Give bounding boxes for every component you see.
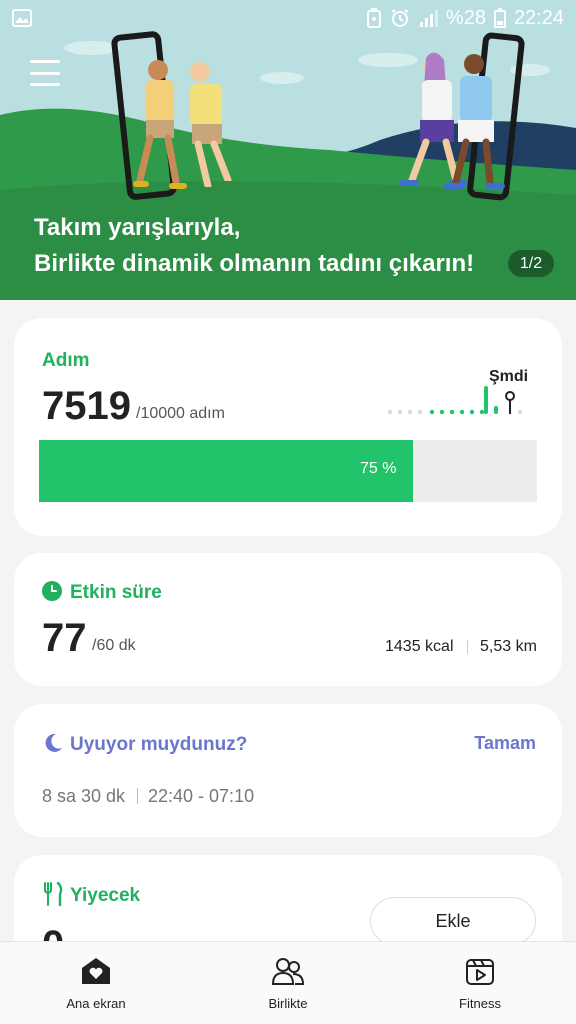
add-food-button[interactable]: Ekle bbox=[370, 897, 536, 945]
clock-icon bbox=[42, 581, 62, 601]
banner-headline: Takım yarışlarıyla, Birlikte dinamik olm… bbox=[34, 210, 474, 282]
people-icon bbox=[271, 958, 305, 985]
steps-value: 7519 bbox=[42, 384, 131, 428]
banner-line-2: Birlikte dinamik olmanın tadını çıkarın! bbox=[34, 250, 475, 277]
menu-icon-bar bbox=[30, 60, 60, 63]
home-heart-icon bbox=[82, 958, 110, 984]
active-time-goal: /60 dk bbox=[92, 637, 136, 654]
fitness-video-icon bbox=[466, 959, 494, 985]
menu-button[interactable] bbox=[30, 60, 60, 86]
steps-progress-fill: 75 % bbox=[39, 440, 413, 502]
nav-label-together: Birlikte bbox=[268, 996, 308, 1011]
steps-goal: /10000 adım bbox=[136, 405, 225, 422]
menu-icon-bar bbox=[30, 71, 60, 75]
food-title: Yiyecek bbox=[70, 885, 141, 906]
promo-banner[interactable]: Takım yarışlarıyla, Birlikte dinamik olm… bbox=[0, 0, 576, 300]
steps-progress-label: 75 % bbox=[360, 460, 397, 477]
sleep-divider bbox=[137, 788, 138, 804]
nav-item-fitness[interactable]: Fitness bbox=[384, 942, 576, 1024]
sleep-duration: 8 sa 30 dk bbox=[42, 786, 126, 806]
steps-progress-bar: 75 % bbox=[39, 440, 537, 502]
sleep-card[interactable]: Uyuyor muydunuz? Tamam 8 sa 30 dk 22:40 … bbox=[14, 704, 562, 837]
nav-item-home[interactable]: Ana ekran bbox=[0, 942, 192, 1024]
menu-icon-bar bbox=[30, 83, 60, 86]
moon-icon bbox=[45, 733, 62, 752]
banner-page-indicator: 1/2 bbox=[508, 250, 554, 277]
battery-saver-icon bbox=[366, 8, 381, 28]
alarm-icon bbox=[391, 9, 409, 27]
battery-percent: %28 bbox=[445, 6, 486, 29]
stat-divider bbox=[467, 640, 468, 654]
hourly-steps-mini-chart bbox=[387, 386, 523, 415]
steps-card[interactable]: Adım 7519 /10000 adım Şmdi 75 % bbox=[14, 318, 562, 536]
distance-value: 5,53 km bbox=[480, 638, 537, 655]
banner-line-1: Takım yarışlarıyla, bbox=[34, 214, 241, 241]
active-time-value: 77 bbox=[42, 616, 87, 660]
battery-icon bbox=[493, 8, 506, 28]
nav-item-together[interactable]: Birlikte bbox=[192, 942, 384, 1024]
steps-title: Adım bbox=[42, 350, 90, 371]
active-time-card[interactable]: Etkin süre 77 /60 dk 1435 kcal 5,53 km bbox=[14, 553, 562, 686]
calories-value: 1435 kcal bbox=[385, 638, 454, 655]
nav-label-home: Ana ekran bbox=[66, 996, 126, 1011]
gallery-notification-icon bbox=[12, 9, 32, 27]
fork-knife-icon bbox=[44, 882, 63, 906]
status-bar: %28 22:24 bbox=[0, 0, 576, 36]
sleep-title: Uyuyor muydunuz? bbox=[70, 734, 248, 755]
status-time: 22:24 bbox=[513, 6, 564, 29]
bottom-navigation: Ana ekran Birlikte Fitness bbox=[0, 941, 576, 1024]
nav-label-fitness: Fitness bbox=[459, 996, 501, 1011]
sleep-time-range: 22:40 - 07:10 bbox=[148, 786, 255, 806]
active-time-title: Etkin süre bbox=[70, 582, 162, 603]
signal-icon bbox=[419, 10, 438, 27]
sleep-confirm-button[interactable]: Tamam bbox=[474, 733, 536, 754]
